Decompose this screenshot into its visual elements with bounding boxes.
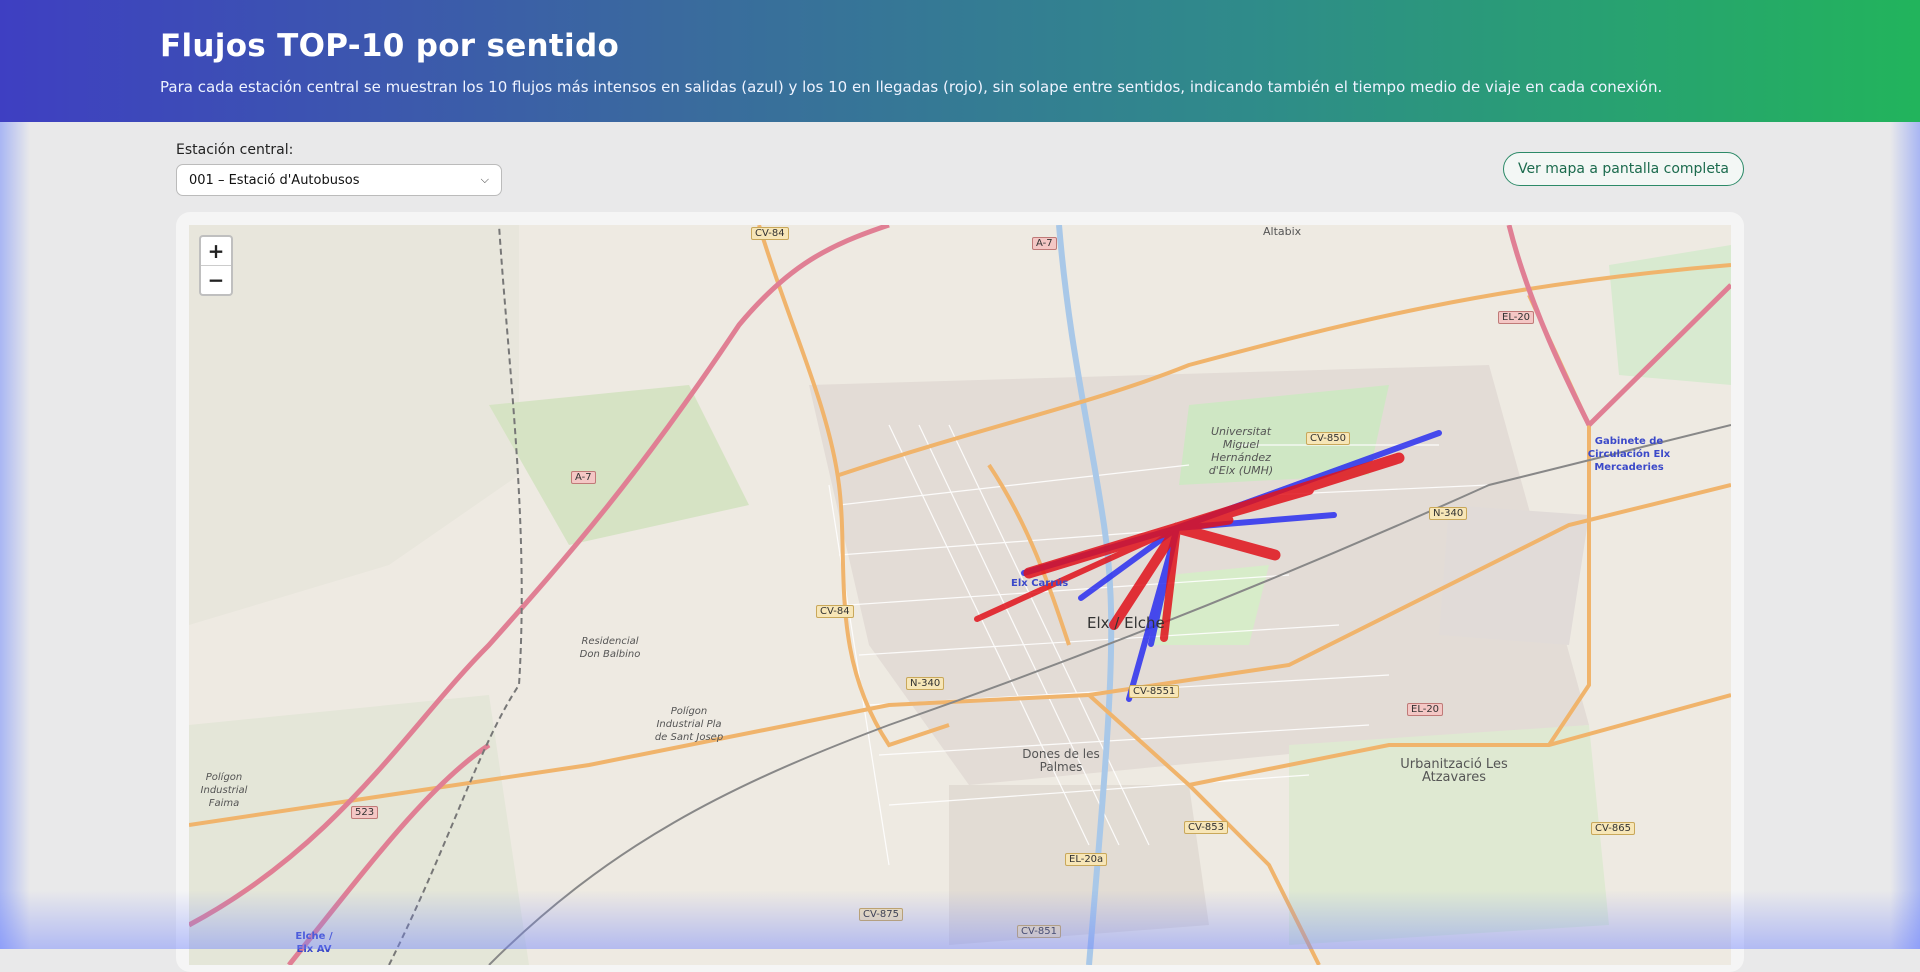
map-view[interactable]: CV-84 A-7 A-7 CV-850 N-340 N-340 CV-84 E… xyxy=(189,225,1731,965)
place-label-gabinete: Gabinete de Circulación Elx Mercaderies xyxy=(1587,436,1671,473)
road-label: EL-20 xyxy=(1498,311,1535,324)
station-select-value: 001 – Estació d'Autobusos xyxy=(189,172,360,188)
place-label-poligon: Polígon Industrial Pla de Sant Josep xyxy=(654,706,724,743)
road-label: CV-850 xyxy=(1306,432,1350,445)
station-label: Estación central: xyxy=(176,142,294,158)
zoom-out-button[interactable]: − xyxy=(201,265,231,294)
road-label: EL-20 xyxy=(1407,703,1444,716)
place-label-elxav: Elche / Elx AV xyxy=(295,931,333,955)
road-label: CV-84 xyxy=(816,605,854,618)
road-label: CV-853 xyxy=(1184,821,1228,834)
city-label: Elx / Elche xyxy=(1087,614,1165,632)
zoom-control: + − xyxy=(199,235,233,296)
road-label: EL-20a xyxy=(1065,853,1108,866)
chevron-down-icon: ⌵ xyxy=(480,173,489,186)
place-label-palmes: Dones de les Palmes xyxy=(1022,747,1100,774)
place-label-umh: Universitat Miguel Hernández d'Elx (UMH) xyxy=(1208,425,1274,477)
place-label-atzavares: Urbanització Les Atzavares xyxy=(1400,757,1508,785)
page-header: Flujos TOP-10 por sentido Para cada esta… xyxy=(0,0,1920,122)
road-label: N-340 xyxy=(1429,507,1468,520)
place-label-carrus: Elx Carrús xyxy=(1011,578,1069,589)
road-label: CV-851 xyxy=(1017,925,1061,938)
station-controls: Estación central: 001 – Estació d'Autobu… xyxy=(176,142,502,196)
road-label: N-340 xyxy=(906,677,945,690)
road-label: CV-8551 xyxy=(1129,685,1180,698)
place-label-balbino: Residencial Don Balbino xyxy=(579,636,641,660)
road-label: 523 xyxy=(351,806,379,819)
station-select[interactable]: 001 – Estació d'Autobusos ⌵ xyxy=(176,164,502,196)
road-label: CV-84 xyxy=(751,227,789,240)
road-label: CV-865 xyxy=(1591,822,1635,835)
edge-glow xyxy=(0,122,30,949)
road-label: A-7 xyxy=(571,471,596,484)
fullscreen-map-button[interactable]: Ver mapa a pantalla completa xyxy=(1502,152,1744,186)
zoom-in-button[interactable]: + xyxy=(201,237,231,265)
edge-glow xyxy=(1890,122,1920,949)
map-canvas xyxy=(189,225,1731,965)
place-label-altabix: Altabix xyxy=(1263,225,1302,238)
road-label: CV-875 xyxy=(859,908,903,921)
road-label: A-7 xyxy=(1032,237,1057,250)
page-subtitle: Para cada estación central se muestran l… xyxy=(160,78,1663,96)
place-label-faima: Polígon Industrial Faima xyxy=(200,772,248,809)
page-title: Flujos TOP-10 por sentido xyxy=(160,28,620,64)
